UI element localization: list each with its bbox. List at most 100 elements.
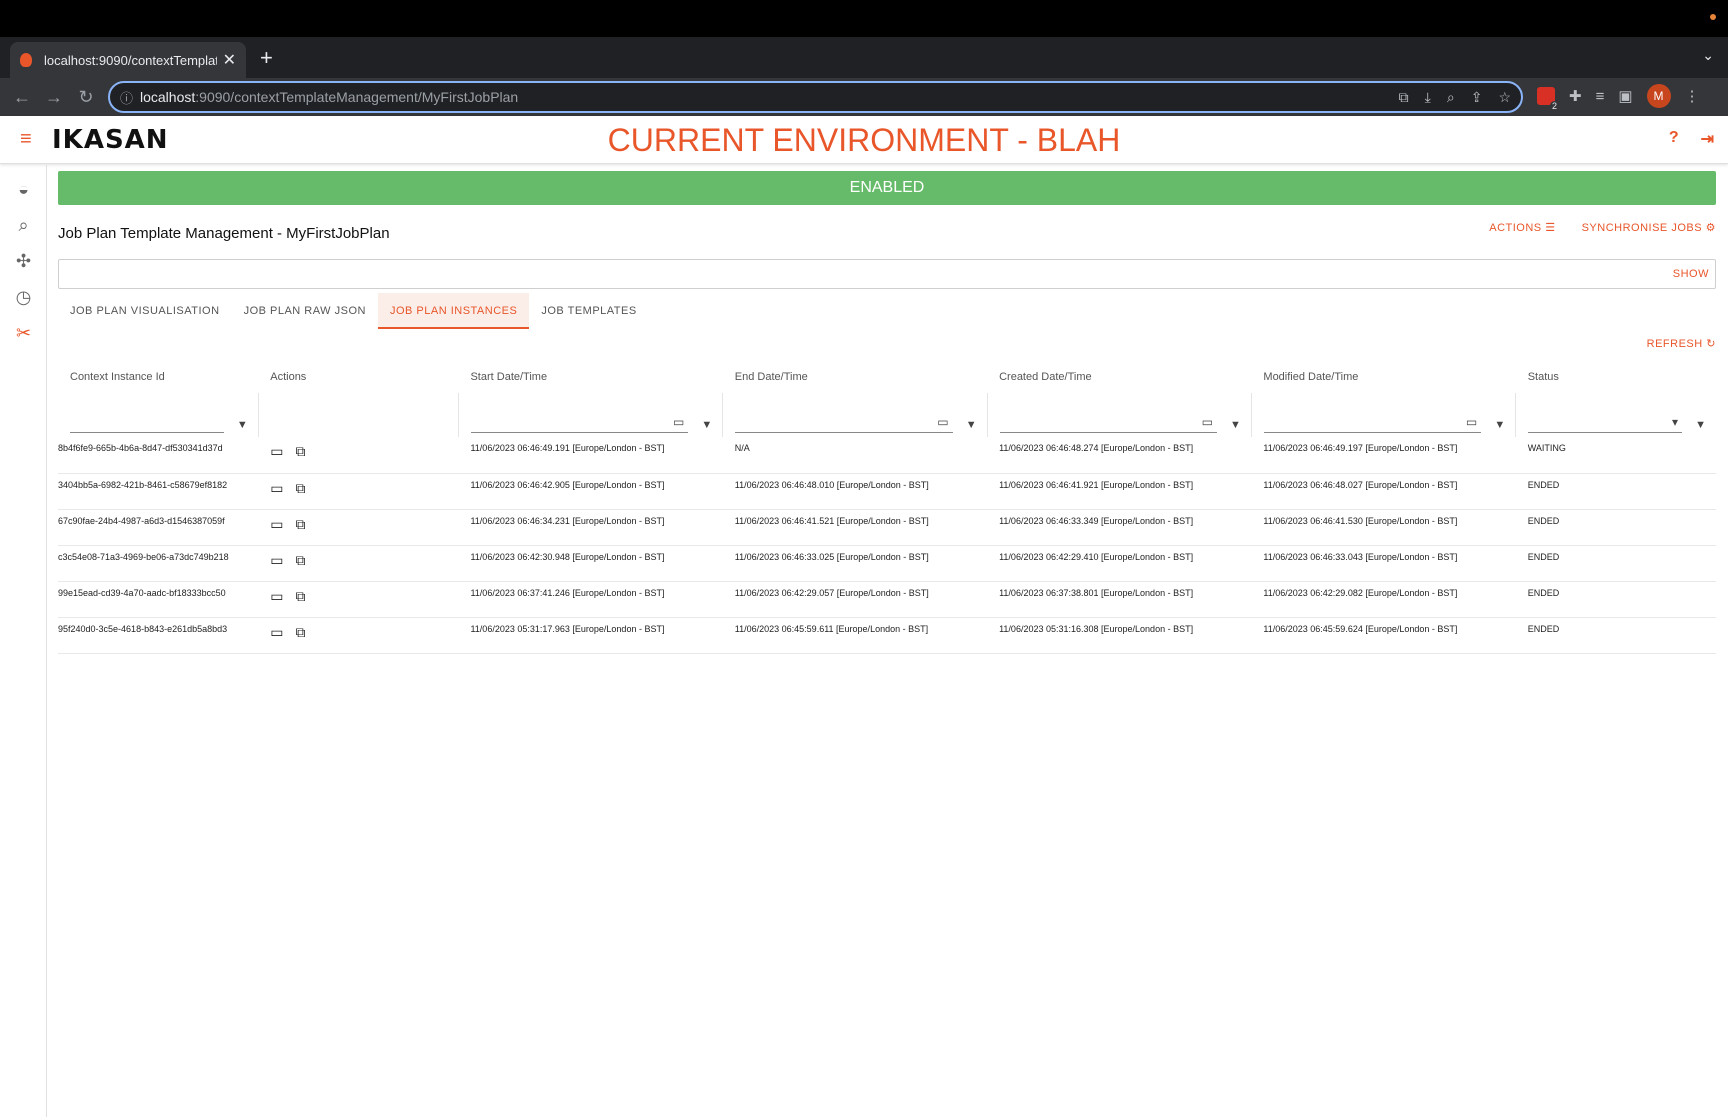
view-window-icon[interactable]: ▭ bbox=[270, 516, 283, 533]
forward-icon[interactable]: → bbox=[38, 87, 70, 108]
cell-actions: ▭ ⧉ bbox=[258, 617, 459, 654]
cell-context-id[interactable]: 67c90fae-24b4-4987-a6d3-d1546387059f bbox=[58, 509, 259, 546]
url-host: localhost bbox=[140, 89, 196, 105]
cell-modified: 11/06/2023 06:46:33.043 [Europe/London -… bbox=[1251, 545, 1516, 582]
browser-tab[interactable]: localhost:9090/contextTemplat ✕ bbox=[10, 42, 246, 78]
tab-search-icon[interactable]: ⌄ bbox=[1702, 47, 1714, 64]
start-filter-input[interactable]: ▭ bbox=[470, 413, 689, 433]
filter-funnel-icon[interactable]: ▼ bbox=[1494, 419, 1505, 431]
actions-button[interactable]: ACTIONS ☰ bbox=[1489, 221, 1555, 234]
view-window-icon[interactable]: ▭ bbox=[270, 552, 283, 569]
table-row: 95f240d0-3c5e-4618-b843-e261db5a8bd3 ▭ ⧉ … bbox=[58, 617, 1716, 654]
share-icon[interactable]: ⇪ bbox=[1471, 89, 1483, 106]
open-new-icon[interactable]: ⧉ bbox=[295, 624, 305, 641]
ikasan-logo[interactable]: IKASAN bbox=[52, 125, 169, 155]
extension-icon[interactable]: 2 bbox=[1537, 87, 1559, 111]
show-button[interactable]: SHOW bbox=[1673, 268, 1709, 280]
filter-funnel-icon[interactable]: ▼ bbox=[1230, 419, 1241, 431]
cell-end: 11/06/2023 06:46:33.025 [Europe/London -… bbox=[722, 545, 988, 582]
open-new-icon[interactable]: ⧉ bbox=[295, 588, 305, 605]
view-window-icon[interactable]: ▭ bbox=[270, 624, 283, 641]
cell-status: ENDED bbox=[1515, 473, 1716, 510]
side-panel-icon[interactable]: ▣ bbox=[1618, 87, 1632, 105]
list-icon: ☰ bbox=[1545, 222, 1556, 234]
cell-start: 11/06/2023 06:37:41.246 [Europe/London -… bbox=[458, 581, 723, 618]
search-icon[interactable]: ⌕ bbox=[0, 207, 47, 243]
created-filter-input[interactable]: ▭ bbox=[999, 413, 1217, 433]
modified-filter-input[interactable]: ▭ bbox=[1263, 413, 1482, 433]
install-icon[interactable]: ⤓ bbox=[1425, 89, 1431, 106]
main-content: ENABLED Job Plan Template Management - M… bbox=[58, 171, 1716, 654]
cell-context-id[interactable]: c3c54e08-71a3-4969-be06-a73dc749b218 bbox=[58, 545, 259, 582]
tab-job-plan-instances[interactable]: JOB PLAN INSTANCES bbox=[377, 293, 530, 329]
view-window-icon[interactable]: ▭ bbox=[270, 588, 283, 605]
address-bar[interactable]: ⓘ localhost:9090/contextTemplateManageme… bbox=[108, 81, 1523, 113]
tab-job-plan-visualisation[interactable]: JOB PLAN VISUALISATION bbox=[58, 293, 232, 329]
filter-funnel-icon[interactable]: ▼ bbox=[701, 419, 712, 431]
table-row: c3c54e08-71a3-4969-be06-a73dc749b218 ▭ ⧉ … bbox=[58, 545, 1716, 582]
cell-status: ENDED bbox=[1515, 617, 1716, 654]
cell-context-id[interactable]: 3404bb5a-6982-421b-8461-c58679ef8182 bbox=[58, 473, 259, 510]
reading-list-icon[interactable]: ≡ bbox=[1596, 88, 1605, 105]
cell-status: ENDED bbox=[1515, 581, 1716, 618]
filter-status: ▾ ▼ bbox=[1516, 393, 1716, 437]
calendar-icon[interactable]: ▭ bbox=[1466, 415, 1477, 429]
open-new-icon[interactable]: ⧉ bbox=[295, 516, 305, 533]
open-new-icon[interactable]: ⧉ bbox=[295, 552, 305, 569]
bookmark-star-icon[interactable]: ☆ bbox=[1498, 89, 1511, 106]
dashboard-icon[interactable]: ◒ bbox=[0, 171, 47, 207]
cell-start: 11/06/2023 06:42:30.948 [Europe/London -… bbox=[458, 545, 723, 582]
topology-icon[interactable]: ✣ bbox=[0, 243, 47, 279]
view-window-icon[interactable]: ▭ bbox=[270, 480, 283, 497]
history-clock-icon[interactable]: ◷ bbox=[0, 279, 47, 315]
open-new-icon[interactable]: ⧉ bbox=[295, 443, 305, 460]
cell-context-id[interactable]: 99e15ead-cd39-4a70-aadc-bf18333bcc50 bbox=[58, 581, 259, 618]
browser-toolbar: ← → ↻ ⓘ localhost:9090/contextTemplateMa… bbox=[0, 78, 1728, 116]
cell-context-id[interactable]: 95f240d0-3c5e-4618-b843-e261db5a8bd3 bbox=[58, 617, 259, 654]
zoom-icon[interactable]: ⌕ bbox=[1447, 89, 1455, 106]
end-filter-input[interactable]: ▭ bbox=[735, 413, 953, 433]
cell-end: 11/06/2023 06:46:41.521 [Europe/London -… bbox=[722, 509, 988, 546]
cell-start: 11/06/2023 05:31:17.963 [Europe/London -… bbox=[458, 617, 723, 654]
calendar-icon[interactable]: ▭ bbox=[673, 415, 684, 429]
back-icon[interactable]: ← bbox=[6, 87, 38, 108]
tools-icon[interactable]: ✂ bbox=[0, 315, 47, 351]
column-header-created: Created Date/Time bbox=[999, 371, 1092, 383]
cell-status: ENDED bbox=[1515, 509, 1716, 546]
logout-icon[interactable]: ⇥ bbox=[1701, 129, 1714, 149]
job-plan-filter-box[interactable]: SHOW bbox=[58, 259, 1716, 289]
synchronise-jobs-button[interactable]: SYNCHRONISE JOBS ⚙ bbox=[1582, 221, 1716, 234]
profile-avatar[interactable]: M bbox=[1646, 84, 1671, 108]
menu-hamburger-icon[interactable]: ≡ bbox=[20, 128, 44, 151]
open-new-icon[interactable]: ⧉ bbox=[295, 480, 305, 497]
app-window: ≡ IKASAN CURRENT ENVIRONMENT - BLAH ? ⇥ … bbox=[0, 116, 1728, 1117]
url-text[interactable]: localhost:9090/contextTemplateManagement… bbox=[140, 89, 1399, 105]
filter-funnel-icon[interactable]: ▼ bbox=[1695, 419, 1706, 431]
browser-menu-icon[interactable]: ⋮ bbox=[1685, 87, 1700, 105]
new-tab-button[interactable]: + bbox=[260, 45, 273, 71]
filter-row: ▼ ▭ ▼ ▭ ▼ ▭ ▼ ▭ ▼ ▾ ▼ bbox=[58, 393, 1716, 437]
tab-job-plan-raw-json[interactable]: JOB PLAN RAW JSON bbox=[232, 293, 378, 329]
title-row: Job Plan Template Management - MyFirstJo… bbox=[58, 211, 1716, 251]
cell-created: 11/06/2023 06:46:48.274 [Europe/London -… bbox=[987, 437, 1252, 474]
calendar-icon[interactable]: ▭ bbox=[1202, 415, 1213, 429]
cell-context-id[interactable]: 8b4f6fe9-665b-4b6a-8d47-df530341d37d bbox=[58, 437, 259, 474]
cell-end: 11/06/2023 06:46:48.010 [Europe/London -… bbox=[722, 473, 988, 510]
filter-created: ▭ ▼ bbox=[987, 393, 1252, 437]
context-id-filter-input[interactable] bbox=[70, 413, 224, 433]
open-external-icon[interactable]: ⧉ bbox=[1399, 89, 1409, 106]
reload-icon[interactable]: ↻ bbox=[70, 87, 102, 108]
help-icon[interactable]: ? bbox=[1669, 129, 1679, 149]
tab-job-templates[interactable]: JOB TEMPLATES bbox=[529, 293, 648, 329]
puzzle-extensions-icon[interactable]: ✚ bbox=[1569, 87, 1582, 105]
filter-funnel-icon[interactable]: ▼ bbox=[966, 419, 977, 431]
close-tab-icon[interactable]: ✕ bbox=[223, 50, 236, 70]
site-info-icon[interactable]: ⓘ bbox=[120, 88, 140, 107]
view-window-icon[interactable]: ▭ bbox=[270, 443, 283, 460]
chevron-down-icon[interactable]: ▾ bbox=[1672, 415, 1678, 429]
cell-actions: ▭ ⧉ bbox=[258, 509, 459, 546]
filter-funnel-icon[interactable]: ▼ bbox=[237, 419, 248, 431]
refresh-button[interactable]: REFRESH ↻ bbox=[58, 337, 1716, 355]
calendar-icon[interactable]: ▭ bbox=[937, 415, 948, 429]
status-filter-select[interactable]: ▾ bbox=[1528, 413, 1682, 433]
